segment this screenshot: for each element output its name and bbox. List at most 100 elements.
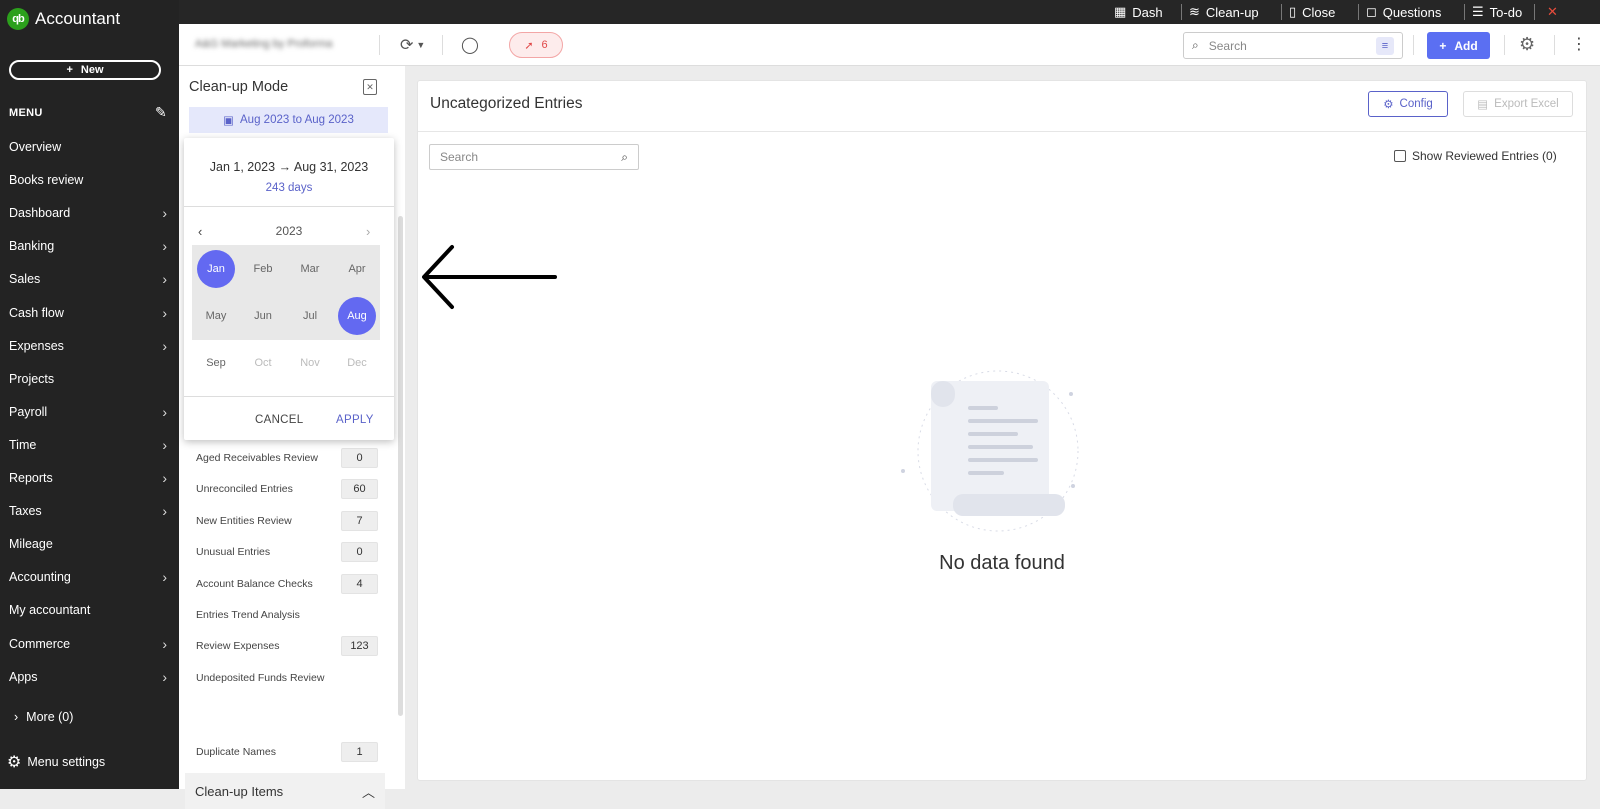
header-search-input[interactable]: ⌕ Search ≡ <box>1183 32 1403 59</box>
alert-badge[interactable]: ➚ 6 <box>509 32 563 58</box>
sidebar-item-time[interactable]: Time › <box>9 433 171 457</box>
sidebar-item-books-review[interactable]: Books review <box>9 168 171 192</box>
chevron-left-icon[interactable]: ‹ <box>198 224 202 239</box>
menu-heading: MENU <box>9 107 43 119</box>
review-row-label: Aged Receivables Review <box>196 452 318 464</box>
sidebar-item-accounting[interactable]: Accounting › <box>9 565 171 589</box>
date-range-picker[interactable]: ▣ Aug 2023 to Aug 2023 <box>189 107 388 133</box>
toolbar-dash-button[interactable]: ▦ Dash <box>1114 0 1163 24</box>
cleanup-item-label: Duplicate Names <box>196 746 276 758</box>
sidebar-item-taxes[interactable]: Taxes › <box>9 499 171 523</box>
toolbar-questions-button[interactable]: ◻ Questions <box>1366 0 1441 24</box>
divider <box>1504 35 1505 55</box>
sidebar-item-sales[interactable]: Sales › <box>9 267 171 291</box>
month-may[interactable]: May <box>192 292 240 340</box>
sidebar-item-expenses[interactable]: Expenses › <box>9 334 171 358</box>
sidebar-item-label: Apps <box>9 669 38 684</box>
sidebar-item-label: Taxes <box>9 504 42 519</box>
month-label: Jul <box>302 310 318 322</box>
toolbar-clean-up-button[interactable]: ≋ Clean-up <box>1189 0 1259 24</box>
review-row-label: Unusual Entries <box>196 546 271 559</box>
review-row-count: 123 <box>341 636 378 657</box>
excel-icon[interactable]: ✕ <box>363 79 377 95</box>
app-logo[interactable]: qb Accountant <box>7 8 120 30</box>
brand-x-icon[interactable]: ✕ <box>1547 0 1558 24</box>
sidebar-item-dashboard[interactable]: Dashboard › <box>9 201 171 225</box>
settings-gear-icon[interactable]: ⚙ <box>1519 34 1535 55</box>
sidebar-item-my-accountant[interactable]: My accountant <box>9 598 171 622</box>
chevron-right-icon: › <box>162 503 167 520</box>
sidebar-item-label: Mileage <box>9 537 53 552</box>
export-excel-button[interactable]: ▤ Export Excel <box>1463 91 1573 117</box>
review-row-label: Unreconciled Entries <box>196 483 293 496</box>
toolbar-close-button[interactable]: ▯ Close <box>1289 0 1335 24</box>
menu-settings-button[interactable]: ⚙ Menu settings <box>7 752 105 772</box>
date-range-label: Aug 2023 to Aug 2023 <box>240 114 354 126</box>
sidebar-more[interactable]: › More (0) <box>14 710 73 724</box>
sidebar-item-label: Time <box>9 437 37 452</box>
sidebar-item-label: Payroll <box>9 404 48 419</box>
show-reviewed-checkbox[interactable]: Show Reviewed Entries (0) <box>1394 149 1557 163</box>
sidebar-item-commerce[interactable]: Commerce › <box>9 632 171 656</box>
sync-dropdown[interactable]: ⟳ ▼ <box>400 35 425 55</box>
apply-button[interactable]: APPLY <box>336 414 374 426</box>
review-row[interactable]: Aged Receivables Review 0 <box>196 448 378 468</box>
month-jun[interactable]: Jun <box>239 292 287 340</box>
plus-icon: + <box>66 64 73 76</box>
sidebar-item-projects[interactable]: Projects <box>9 367 171 391</box>
caret-down-icon: ▼ <box>416 40 426 50</box>
review-row[interactable]: Undeposited Funds Review <box>196 668 378 688</box>
sidebar-item-label: Projects <box>9 371 55 386</box>
arrow-right-icon: → <box>278 160 294 174</box>
review-row[interactable]: New Entities Review 7 <box>196 510 378 531</box>
month-jul[interactable]: Jul <box>286 292 334 340</box>
month-mar[interactable]: Mar <box>286 245 334 293</box>
divider <box>1413 35 1414 55</box>
add-button[interactable]: + Add <box>1427 32 1490 59</box>
filter-icon[interactable]: ≡ <box>1376 36 1394 55</box>
company-name[interactable]: A&G Marketing by Proforma <box>195 38 333 50</box>
month-apr[interactable]: Apr <box>333 245 381 293</box>
review-row[interactable]: Account Balance Checks 4 <box>196 573 378 594</box>
entries-search-input[interactable]: Search ⌕ <box>429 144 639 170</box>
config-label: Config <box>1399 98 1433 110</box>
chat-icon[interactable]: ◯ <box>461 35 479 55</box>
sidebar-item-banking[interactable]: Banking › <box>9 234 171 258</box>
sidebar-item-payroll[interactable]: Payroll › <box>9 400 171 424</box>
new-button[interactable]: + New <box>9 60 161 80</box>
review-row[interactable]: Entries Trend Analysis <box>196 605 378 625</box>
review-row-count: 0 <box>341 448 378 468</box>
more-options-icon[interactable]: ⋮ <box>1571 34 1587 54</box>
sidebar-item-overview[interactable]: Overview <box>9 135 171 159</box>
sidebar-item-apps[interactable]: Apps › <box>9 665 171 689</box>
chevron-right-icon[interactable]: › <box>366 224 370 239</box>
sidebar-item-mileage[interactable]: Mileage <box>9 532 171 556</box>
review-row[interactable]: Unusual Entries 0 <box>196 542 378 563</box>
month-feb[interactable]: Feb <box>239 245 287 293</box>
toolbar-label: Questions <box>1382 4 1442 20</box>
pencil-icon[interactable]: ✎ <box>155 104 167 121</box>
config-button[interactable]: ⚙ Config <box>1368 91 1448 117</box>
divider <box>442 35 443 55</box>
sidebar-item-cash-flow[interactable]: Cash flow › <box>9 301 171 325</box>
date-range-popup: Jan 1, 2023 → Aug 31, 2023 243 days 2023… <box>184 138 394 440</box>
month-sep[interactable]: Sep <box>192 339 240 387</box>
divider <box>184 396 394 397</box>
sidebar-item-reports[interactable]: Reports › <box>9 466 171 490</box>
month-aug[interactable]: Aug <box>333 292 381 340</box>
sidebar-item-label: Reports <box>9 471 53 485</box>
chevron-right-icon: › <box>162 635 167 652</box>
month-jan[interactable]: Jan <box>192 245 240 293</box>
cancel-button[interactable]: CANCEL <box>255 414 303 426</box>
rocket-icon: ➚ <box>524 39 534 52</box>
review-row[interactable]: Review Expenses 123 <box>196 636 378 657</box>
chevron-right-icon: › <box>162 238 167 255</box>
toolbar-to-do-button[interactable]: ☰ To-do <box>1472 0 1522 24</box>
sidebar-item-label: Banking <box>9 239 55 254</box>
divider <box>1534 4 1535 20</box>
panel-scrollbar[interactable] <box>398 216 403 716</box>
question-icon: ◻ <box>1366 4 1377 19</box>
review-row[interactable]: Unreconciled Entries 60 <box>196 479 378 500</box>
cleanup-items-header[interactable]: Clean-up Items ︿ <box>185 773 385 809</box>
cleanup-item-row[interactable]: Duplicate Names 1 <box>196 742 378 762</box>
